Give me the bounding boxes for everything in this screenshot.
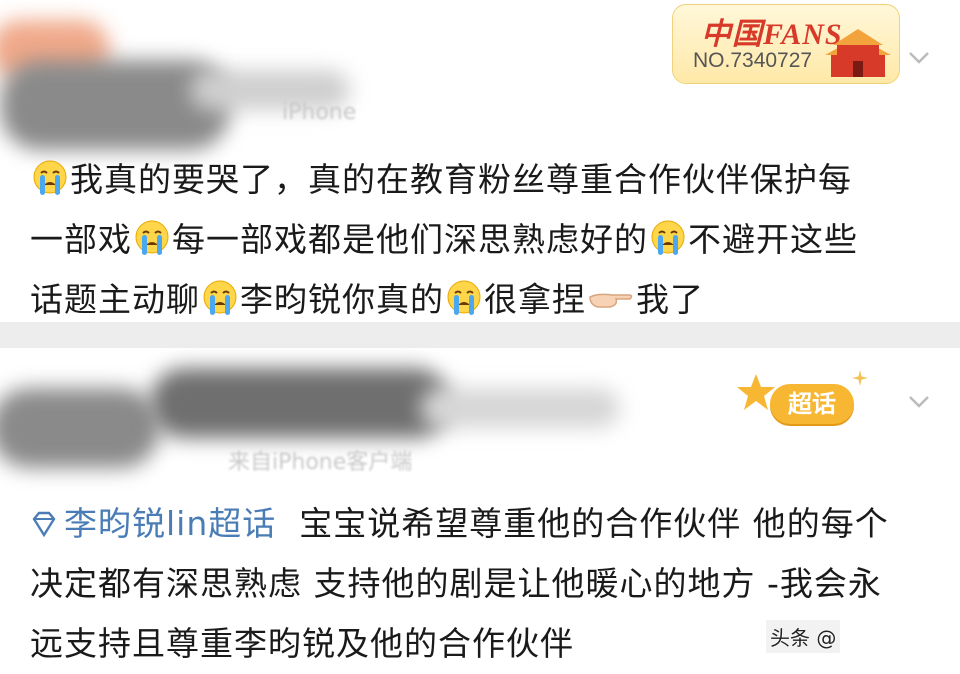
pointing-hand-emoji: [588, 283, 634, 313]
comment-body: 我真的要哭了，真的在教育粉丝尊重合作伙伴保护每 一部戏 每一部戏都是他们深思熟虑好…: [30, 150, 858, 330]
fan-badge[interactable]: 中国FANS NO.7340727: [672, 4, 900, 84]
comment-text: 很拿捏: [484, 280, 586, 319]
post-meta: iPhone: [282, 100, 357, 125]
watermark-text: 头条 @: [770, 626, 837, 650]
crying-emoji: [650, 217, 686, 257]
comment-text: 宝宝说希望尊重他的合作伙伴 他的每个: [299, 504, 889, 543]
chaohua-label: 超话: [770, 384, 854, 424]
card-divider: [0, 322, 960, 348]
crying-emoji: [446, 277, 482, 317]
crying-emoji: [134, 217, 170, 257]
comment-line-3: 远支持且尊重李昀锐及他的合作伙伴: [30, 624, 574, 663]
comment-line-3: 话题主动聊 李昀锐你真的 很拿捏 我了: [30, 270, 858, 330]
fan-badge-title: 中国FANS: [701, 18, 843, 51]
username-blurred: [150, 368, 450, 438]
comment-line-2: 一部戏 每一部戏都是他们深思熟虑好的 不避开这些: [30, 210, 858, 270]
comment-card-1: iPhone 中国FANS NO.7340727 我真的要哭了，真的在教育粉丝尊…: [0, 0, 960, 322]
comment-text: 不避开这些: [688, 220, 858, 259]
comment-text: 每一部戏都是他们深思熟虑好的: [172, 220, 648, 259]
username-blurred-2: [420, 388, 620, 428]
comment-text: 我了: [636, 280, 704, 319]
comment-text: 我真的要哭了，真的在教育粉丝尊重合作伙伴保护每: [70, 160, 852, 199]
crying-emoji: [202, 277, 238, 317]
topic-link[interactable]: 李昀锐lin超话: [30, 504, 276, 543]
username-blurred: [0, 60, 230, 150]
comment-text: 一部戏: [30, 220, 132, 259]
crying-emoji: [32, 157, 68, 197]
post-meta: 来自iPhone客户端: [228, 450, 413, 475]
watermark: 头条 @: [766, 620, 841, 653]
chevron-down-icon[interactable]: [904, 42, 934, 72]
sparkle-icon: [852, 370, 868, 386]
fan-badge-gate-icon: [825, 29, 891, 77]
comment-text: 李昀锐你真的: [240, 280, 444, 319]
comment-body: 李昀锐lin超话 宝宝说希望尊重他的合作伙伴 他的每个 决定都有深思熟虑 支持他…: [30, 494, 889, 674]
comment-line-1: 李昀锐lin超话 宝宝说希望尊重他的合作伙伴 他的每个: [30, 494, 889, 554]
comment-line-1: 我真的要哭了，真的在教育粉丝尊重合作伙伴保护每: [30, 150, 858, 210]
avatar-blurred: [0, 388, 160, 468]
fan-badge-number: NO.7340727: [693, 49, 813, 72]
chevron-down-icon[interactable]: [904, 386, 934, 416]
chaohua-badge[interactable]: 超话: [736, 370, 876, 436]
diamond-icon: [30, 511, 58, 537]
comment-text: 话题主动聊: [30, 280, 200, 319]
comment-card-2: 来自iPhone客户端 超话 李昀锐lin超话 宝宝说希望尊重他的合作伙伴 他的…: [0, 348, 960, 663]
comment-line-2: 决定都有深思熟虑 支持他的剧是让他暖心的地方 -我会永: [30, 564, 882, 603]
topic-link-text: 李昀锐lin超话: [64, 504, 277, 543]
